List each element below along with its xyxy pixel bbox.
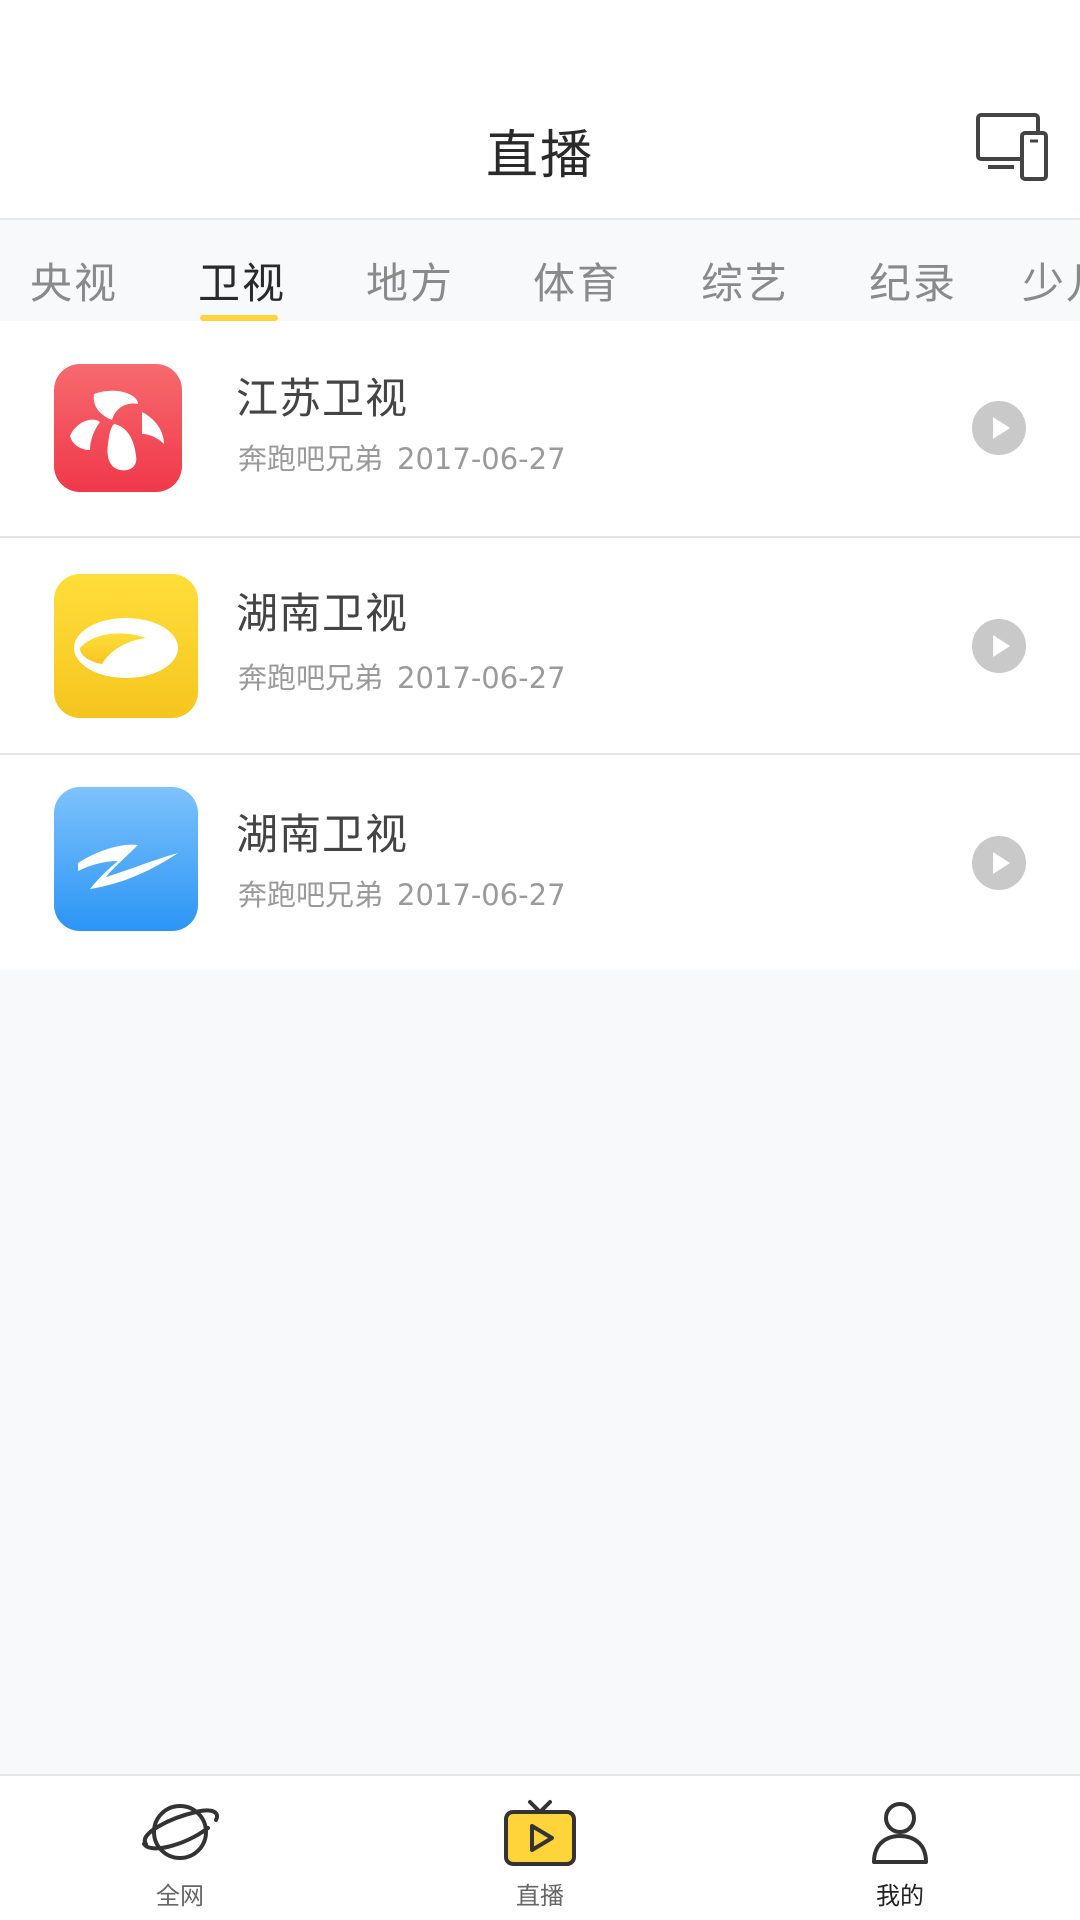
header: 直播 — [0, 75, 1080, 220]
cast-button[interactable] — [974, 111, 1050, 183]
category-tabs: 央视 卫视 地方 体育 综艺 纪录 少儿 — [0, 220, 1080, 321]
channel-logo-jiangsu — [54, 364, 182, 492]
tabbar-item-mine[interactable]: 我的 — [820, 1798, 980, 1918]
channel-program: 奔跑吧兄弟 2017-06-27 — [238, 872, 566, 914]
tab-documentary[interactable]: 纪录 — [869, 250, 957, 311]
program-title: 奔跑吧兄弟 — [238, 442, 384, 476]
channel-row[interactable]: 江苏卫视 奔跑吧兄弟 2017-06-27 — [0, 321, 1080, 538]
channel-name: 湖南卫视 — [236, 589, 409, 638]
channel-list: 江苏卫视 奔跑吧兄弟 2017-06-27 湖南卫视 奔跑吧兄弟 2017-06… — [0, 321, 1080, 970]
program-title: 奔跑吧兄弟 — [238, 661, 384, 695]
channel-logo-hunan — [54, 574, 198, 718]
status-bar — [0, 0, 1080, 75]
tab-sports[interactable]: 体育 — [533, 250, 621, 311]
tabbar-item-network[interactable]: 全网 — [100, 1798, 260, 1918]
play-icon — [972, 401, 1026, 455]
planet-icon — [142, 1804, 219, 1860]
channel-program: 奔跑吧兄弟 2017-06-27 — [238, 655, 566, 697]
page-title: 直播 — [485, 126, 594, 186]
hunan-logo-icon — [54, 574, 198, 718]
tabbar-label: 直播 — [516, 1882, 564, 1910]
program-date: 2017-06-27 — [397, 661, 566, 695]
play-button[interactable] — [972, 401, 1026, 455]
program-date: 2017-06-27 — [397, 442, 566, 476]
tabbar-label: 我的 — [876, 1882, 924, 1910]
channel-program: 奔跑吧兄弟 2017-06-27 — [238, 436, 566, 478]
tab-kids[interactable]: 少儿 — [1022, 250, 1080, 311]
program-title: 奔跑吧兄弟 — [238, 878, 384, 912]
tv-play-icon — [504, 1800, 576, 1866]
play-icon — [972, 836, 1026, 890]
channel-logo-zhejiang — [54, 787, 198, 931]
cast-devices-icon — [976, 113, 1048, 181]
play-button[interactable] — [972, 619, 1026, 673]
tab-local[interactable]: 地方 — [366, 250, 454, 311]
tabbar-label: 全网 — [156, 1882, 204, 1910]
channel-row[interactable]: 湖南卫视 奔跑吧兄弟 2017-06-27 — [0, 538, 1080, 755]
channel-row[interactable]: 湖南卫视 奔跑吧兄弟 2017-06-27 — [0, 755, 1080, 970]
play-icon — [972, 619, 1026, 673]
user-icon — [872, 1802, 928, 1864]
tab-cctv[interactable]: 央视 — [30, 250, 118, 311]
tabbar-item-live[interactable]: 直播 — [460, 1798, 620, 1918]
play-button[interactable] — [972, 836, 1026, 890]
channel-name: 江苏卫视 — [236, 374, 409, 423]
bottom-tab-bar: 全网 直播 我的 — [0, 1774, 1080, 1920]
jiangsu-logo-icon — [54, 364, 182, 492]
program-date: 2017-06-27 — [397, 878, 566, 912]
channel-name: 湖南卫视 — [236, 810, 409, 859]
zhejiang-logo-icon — [54, 787, 198, 931]
tab-variety[interactable]: 综艺 — [701, 250, 789, 311]
tab-satellite[interactable]: 卫视 — [198, 250, 286, 311]
